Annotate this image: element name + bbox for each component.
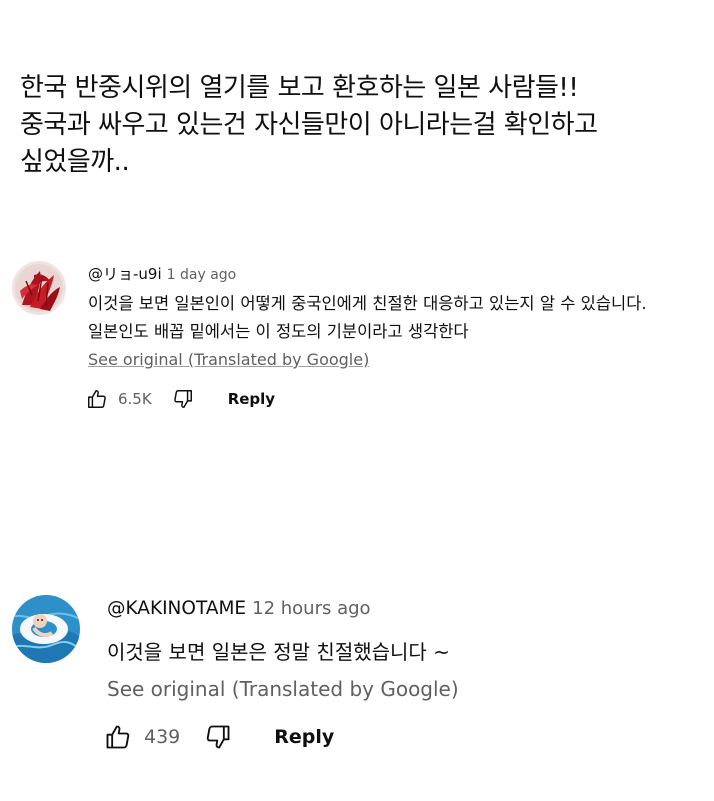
like-count: 439	[144, 726, 181, 748]
headline-line: 중국과 싸우고 있는건 자신들만이 아니라는걸 확인하고	[20, 110, 598, 140]
like-count: 6.5K	[118, 390, 152, 408]
comment-author[interactable]: @KAKINOTAME	[107, 598, 246, 619]
thumbs-down-icon[interactable]	[204, 723, 232, 751]
comment-text-line: 일본인도 배꼽 밑에서는 이 정도의 기분이라고 생각한다	[88, 322, 469, 341]
see-original-link[interactable]: See original (Translated by Google)	[107, 677, 459, 701]
comment-text-line: 이것을 보면 일본인이 어떻게 중국인에게 친절한 대응하고 있는지 알 수 있…	[88, 294, 647, 313]
post-headline: 한국 반중시위의 열기를 보고 환호하는 일본 사람들!! 중국과 싸우고 있는…	[20, 70, 700, 181]
headline-line: 싶었을까..	[20, 147, 130, 177]
comment-actions: 6.5K Reply	[86, 388, 275, 410]
comment-time[interactable]: 1 day ago	[167, 267, 237, 283]
see-original-link[interactable]: See original (Translated by Google)	[88, 350, 369, 369]
comment-meta: @KAKINOTAME 12 hours ago	[107, 598, 371, 619]
thumbs-down-icon[interactable]	[172, 388, 194, 410]
avatar[interactable]	[12, 261, 66, 315]
thumbs-up-icon[interactable]	[86, 388, 108, 410]
comment-text-line: 이것을 보면 일본은 정말 친절했습니다 ~	[107, 640, 450, 664]
reply-button[interactable]: Reply	[274, 726, 334, 748]
comment-actions: 439 Reply	[104, 723, 334, 751]
comment-author[interactable]: @リョ-u9i	[88, 265, 162, 283]
thumbs-up-icon[interactable]	[104, 723, 132, 751]
comment-meta: @リョ-u9i 1 day ago	[88, 263, 236, 284]
headline-line: 한국 반중시위의 열기를 보고 환호하는 일본 사람들!!	[20, 73, 579, 103]
comment-time[interactable]: 12 hours ago	[252, 598, 370, 619]
reply-button[interactable]: Reply	[228, 390, 275, 408]
avatar[interactable]	[12, 595, 80, 663]
